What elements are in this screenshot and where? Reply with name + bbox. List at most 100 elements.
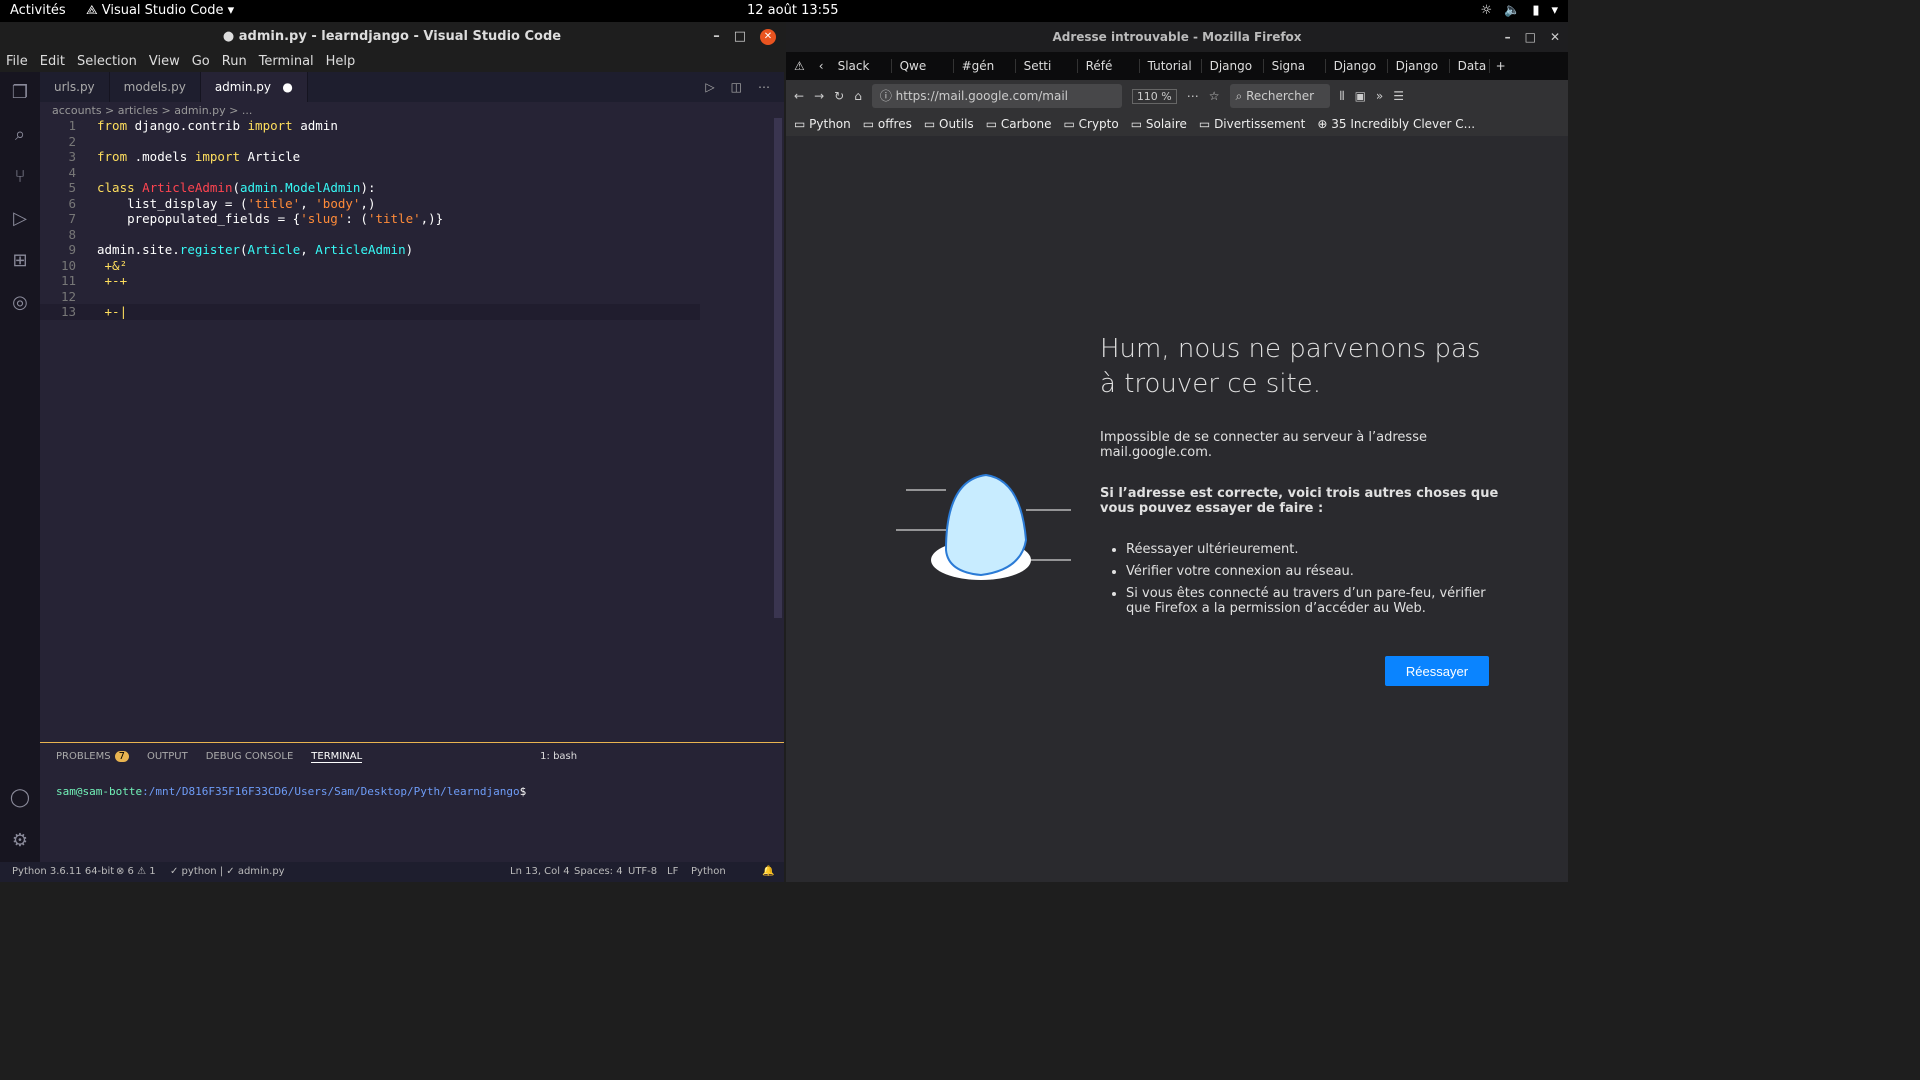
page-actions-icon[interactable]: ⋯	[1187, 89, 1199, 103]
firefox-title: Adresse introuvable - Mozilla Firefox – □…	[786, 22, 1568, 52]
minimize-button[interactable]: –	[713, 22, 720, 52]
error-illustration	[896, 473, 1071, 580]
hamburger-menu-icon[interactable]: ☰	[1393, 89, 1404, 103]
star-icon[interactable]: ☆	[1209, 89, 1220, 103]
library-icon[interactable]: ⫴	[1340, 89, 1345, 104]
tab-terminal[interactable]: TERMINAL	[311, 751, 363, 763]
ff-close-button[interactable]: ✕	[1550, 22, 1560, 52]
more-icon[interactable]: ⋯	[758, 80, 770, 94]
python-interpreter[interactable]: Python 3.6.11 64-bit	[12, 862, 114, 882]
error-description: Impossible de se connecter au serveur à …	[1100, 430, 1427, 460]
menu-edit[interactable]: Edit	[40, 52, 65, 72]
run-debug-icon[interactable]: ▷	[0, 198, 40, 240]
tabs-scroll-left[interactable]: ‹	[813, 59, 830, 73]
bookmark-clever[interactable]: ⊕ 35 Incredibly Clever C...	[1317, 117, 1475, 131]
bell-icon[interactable]: 🔔	[762, 862, 774, 882]
menu-help[interactable]: Help	[326, 52, 356, 72]
tab-urls[interactable]: urls.py	[40, 72, 110, 102]
suggestion-list: Réessayer ultérieurement. Vérifier votre…	[1126, 542, 1500, 616]
forward-icon[interactable]: →	[814, 89, 824, 103]
breadcrumb[interactable]: accounts > articles > admin.py > ...	[52, 104, 252, 117]
eol[interactable]: LF	[667, 862, 678, 882]
problems-count[interactable]: ⊗ 6 ⚠ 1	[116, 862, 156, 882]
tab-output[interactable]: OUTPUT	[147, 751, 188, 763]
bookmark-offres[interactable]: ▭ offres	[863, 117, 912, 131]
split-editor-icon[interactable]: ◫	[731, 80, 742, 94]
navigation-bar: ← → ↻ ⌂ ⓘ https://mail.google.com/mail 1…	[786, 80, 1568, 112]
close-button[interactable]: ✕	[760, 29, 776, 45]
menu-terminal[interactable]: Terminal	[259, 52, 314, 72]
cursor-position[interactable]: Ln 13, Col 4	[510, 862, 570, 882]
search-icon[interactable]: ⌕	[0, 114, 40, 156]
git-graph-icon[interactable]: ◎	[0, 282, 40, 324]
tab-reference[interactable]: Réfé	[1078, 59, 1140, 73]
volume-icon: 🔈	[1504, 3, 1521, 18]
bookmark-outils[interactable]: ▭ Outils	[924, 117, 974, 131]
tab-discord[interactable]: #gén	[954, 59, 1016, 73]
tab-tutorial[interactable]: Tutorial	[1140, 59, 1202, 73]
chevron-down-icon: ▾	[1551, 3, 1558, 18]
code-editor[interactable]: 1 from django.contrib import admin 2 3 fro…	[40, 118, 700, 738]
account-icon[interactable]: ◯	[0, 777, 40, 819]
bookmark-carbone[interactable]: ▭ Carbone	[986, 117, 1052, 131]
terminal-selector[interactable]: 1: bash	[540, 751, 577, 763]
tab-settings[interactable]: Setti	[1016, 59, 1078, 73]
sidebar-icon[interactable]: ▣	[1355, 89, 1366, 103]
app-menu[interactable]: ⟁ Visual Studio Code ▾	[86, 3, 234, 18]
encoding[interactable]: UTF-8	[628, 862, 657, 882]
linter-status[interactable]: ✓ python | ✓ admin.py	[170, 862, 285, 882]
url-input[interactable]: ⓘ https://mail.google.com/mail	[871, 84, 1122, 108]
ff-minimize-button[interactable]: –	[1505, 22, 1511, 52]
minimap[interactable]	[700, 118, 774, 148]
firefox-tabs: ⚠ ‹ Slack Qwe #gén Setti Réfé Tutorial D…	[786, 52, 1568, 80]
bookmark-python[interactable]: ▭ Python	[794, 117, 851, 131]
tab-django-3[interactable]: Django	[1388, 59, 1450, 73]
menu-selection[interactable]: Selection	[77, 52, 137, 72]
indentation[interactable]: Spaces: 4	[574, 862, 623, 882]
home-icon[interactable]: ⌂	[854, 89, 862, 103]
ff-maximize-button[interactable]: □	[1525, 22, 1536, 52]
battery-icon: ▮	[1532, 3, 1540, 18]
tab-debug-console[interactable]: DEBUG CONSOLE	[206, 751, 294, 763]
bookmark-solaire[interactable]: ▭ Solaire	[1131, 117, 1187, 131]
run-icon[interactable]: ▷	[705, 80, 714, 94]
error-message: Hum, nous ne parvenons pas à trouver ce …	[1100, 332, 1500, 623]
menu-go[interactable]: Go	[192, 52, 210, 72]
menu-view[interactable]: View	[149, 52, 180, 72]
retry-button[interactable]: Réessayer	[1385, 656, 1489, 686]
vscode-window: ● admin.py - learndjango - Visual Studio…	[0, 22, 784, 882]
tab-problems[interactable]: PROBLEMS 7	[56, 751, 129, 763]
search-input[interactable]: ⌕ Rechercher	[1229, 84, 1330, 108]
tab-admin[interactable]: admin.py ●	[200, 72, 308, 102]
reload-icon[interactable]: ↻	[834, 89, 844, 103]
back-icon[interactable]: ←	[794, 89, 804, 103]
tab-qwant[interactable]: Qwe	[892, 59, 954, 73]
explorer-icon[interactable]: ❐	[0, 72, 40, 114]
tab-data[interactable]: Data	[1450, 59, 1490, 73]
tab-django-1[interactable]: Django	[1202, 59, 1264, 73]
bookmark-crypto[interactable]: ▭ Crypto	[1063, 117, 1118, 131]
gear-icon[interactable]: ⚙	[0, 820, 40, 862]
terminal-output[interactable]: sam@sam-botte:/mnt/D816F35F16F33CD6/User…	[40, 771, 784, 812]
bookmark-divertissement[interactable]: ▭ Divertissement	[1199, 117, 1305, 131]
source-control-icon[interactable]: ⑂	[0, 156, 40, 198]
extensions-icon[interactable]: ⊞	[0, 240, 40, 282]
language-mode[interactable]: Python	[691, 862, 726, 882]
maximize-button[interactable]: □	[734, 22, 746, 52]
new-tab-icon[interactable]: +	[1490, 59, 1512, 73]
warning-icon: ⚠	[794, 59, 805, 73]
tab-signals[interactable]: Signa	[1264, 59, 1326, 73]
editor-scrollbar[interactable]	[774, 118, 782, 618]
tab-models[interactable]: models.py	[109, 72, 201, 102]
system-tray[interactable]: ☼ 🔈 ▮ ▾	[1480, 3, 1558, 18]
extensions-overflow-icon[interactable]: »	[1376, 89, 1383, 103]
list-item: Si vous êtes connecté au travers d’un pa…	[1126, 586, 1500, 616]
menu-run[interactable]: Run	[222, 52, 247, 72]
activities-button[interactable]: Activités	[10, 3, 66, 18]
tab-django-2[interactable]: Django	[1326, 59, 1388, 73]
menu-file[interactable]: File	[6, 52, 28, 72]
firefox-window: Adresse introuvable - Mozilla Firefox – □…	[786, 22, 1568, 882]
clock[interactable]: 12 août 13:55	[747, 3, 839, 18]
tab-slack[interactable]: Slack	[830, 59, 892, 73]
zoom-level[interactable]: 110 %	[1131, 88, 1177, 104]
